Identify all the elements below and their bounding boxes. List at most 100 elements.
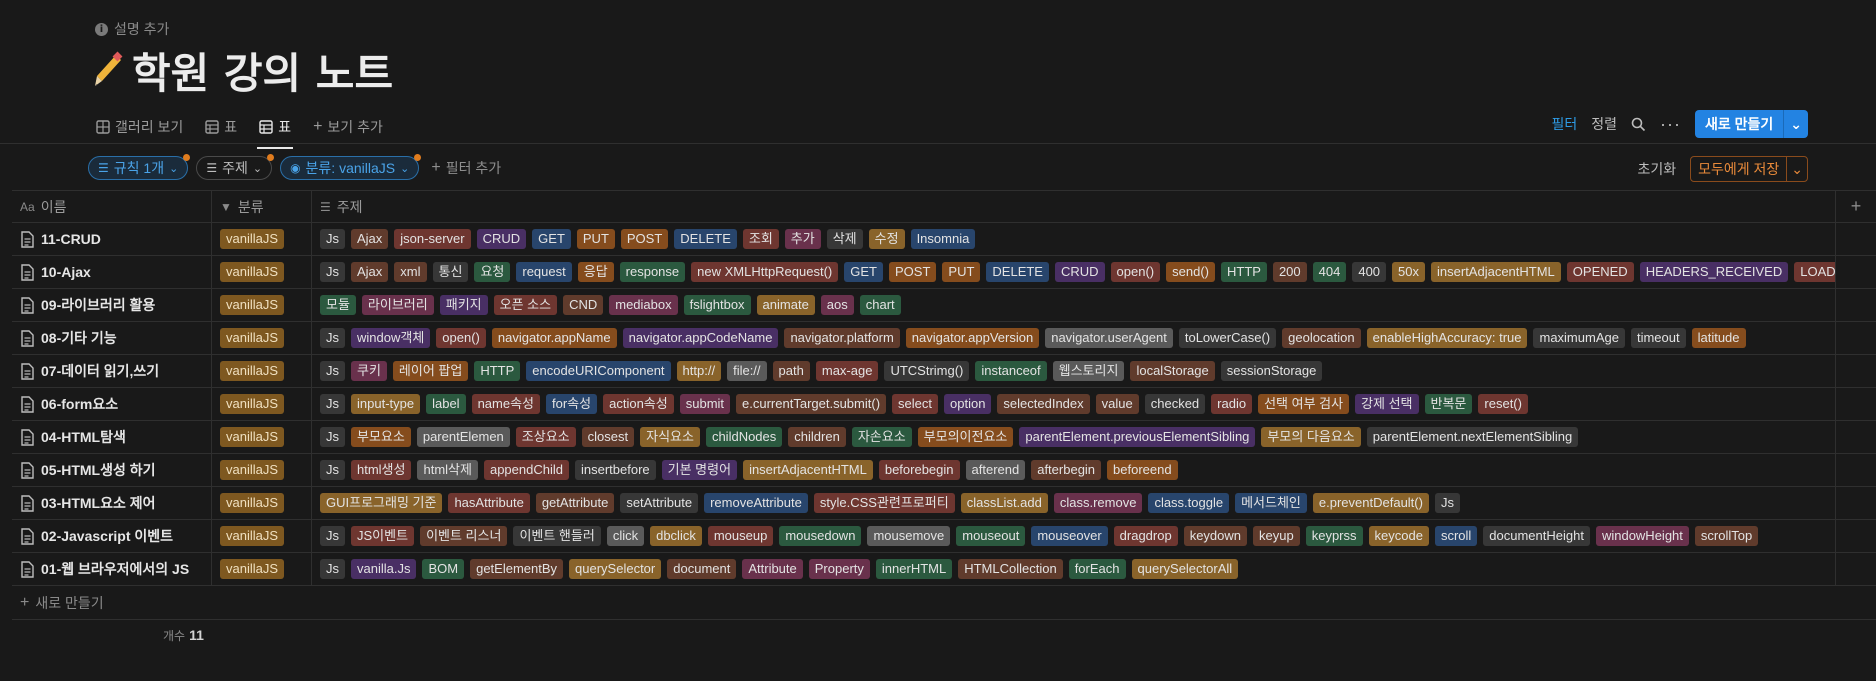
- add-row-button[interactable]: + 새로 만들기: [12, 586, 1876, 620]
- tab-gallery-view[interactable]: 갤러리 보기: [96, 114, 183, 140]
- topic-tag: 통신: [432, 262, 469, 282]
- cell-topics[interactable]: Js html생성 html삭제 appendChild insertbefore 기본 …: [312, 454, 1836, 486]
- table-row[interactable]: 05-HTML생성 하기 vanillaJS Js html생성 html삭제 appen…: [12, 454, 1876, 487]
- table-row[interactable]: 03-HTML요소 제어 vanillaJS GUI프로그래밍 기준 hasAttri…: [12, 487, 1876, 520]
- header-name[interactable]: Aa 이름: [12, 191, 212, 222]
- table-row[interactable]: 04-HTML탐색 vanillaJS Js 부모요소 parentElemen 조상요소…: [12, 421, 1876, 454]
- cell-topics[interactable]: Js vanilla.Js BOM getElementBy querySelector…: [312, 553, 1836, 585]
- sort-button[interactable]: 정렬: [1591, 114, 1617, 134]
- topic-tag: keyprss: [1305, 526, 1363, 546]
- cell-name[interactable]: 02-Javascript 이벤트: [12, 520, 212, 552]
- cell-topics[interactable]: Js window객체 open() navigator.appName navigat…: [312, 322, 1836, 354]
- add-view-button[interactable]: + 보기 추가: [313, 114, 383, 140]
- cell-category[interactable]: vanillaJS: [212, 256, 312, 288]
- table-body: 11-CRUD vanillaJS Js Ajax json-server CRUD GET…: [12, 223, 1876, 586]
- topic-tag: Js: [320, 559, 345, 579]
- view-tabs: 갤러리 보기 표 표 + 보기 추가: [96, 114, 383, 149]
- cell-topics[interactable]: Js input-type label name속성 for속성 action속성 subm…: [312, 388, 1836, 420]
- cell-category[interactable]: vanillaJS: [212, 487, 312, 519]
- add-column-button[interactable]: +: [1836, 191, 1876, 222]
- search-icon[interactable]: [1631, 117, 1646, 132]
- table-row[interactable]: 08-기타 기능 vanillaJS Js window객체 open() navigat…: [12, 322, 1876, 355]
- reset-button[interactable]: 초기화: [1637, 159, 1676, 179]
- cell-name[interactable]: 10-Ajax: [12, 256, 212, 288]
- chevron-down-icon[interactable]: ⌄: [1786, 157, 1807, 181]
- topic-tag: HTTP: [1220, 262, 1267, 282]
- topic-tag: parentElement.nextElementSibling: [1366, 427, 1579, 447]
- add-filter-button[interactable]: + 필터 추가: [431, 158, 501, 178]
- text-type-icon: Aa: [20, 199, 35, 214]
- header-category[interactable]: ▼ 분류: [212, 191, 312, 222]
- topic-tag: Js: [320, 262, 345, 282]
- topic-tag: LOADING: [1794, 262, 1835, 282]
- cell-topics[interactable]: Js 부모요소 parentElemen 조상요소 closest 자식요소 childNo…: [312, 421, 1836, 453]
- topic-tag: submit: [679, 394, 731, 414]
- chevron-down-icon: ⌄: [252, 162, 263, 175]
- table-row[interactable]: 01-웹 브라우저에서의 JS vanillaJS Js vanilla.Js BOM g…: [12, 553, 1876, 586]
- topic-tag: reset(): [1478, 394, 1528, 414]
- more-icon[interactable]: ···: [1660, 114, 1681, 135]
- cell-topics[interactable]: Js Ajax xml 통신 요청 request 응답 response new XMLHtt…: [312, 256, 1836, 288]
- topic-filter-pill[interactable]: ☰ 주제 ⌄: [196, 154, 275, 180]
- rules-filter-pill[interactable]: ☰ 규칙 1개 ⌄: [88, 154, 191, 180]
- new-button[interactable]: 새로 만들기 ⌄: [1694, 110, 1808, 138]
- cell-name[interactable]: 09-라이브러리 활용: [12, 289, 212, 321]
- row-title: 09-라이브러리 활용: [41, 297, 156, 313]
- cell-name[interactable]: 06-form요소: [12, 388, 212, 420]
- topic-tag: Property: [808, 559, 870, 579]
- topic-tag: Attribute: [742, 559, 803, 579]
- topic-tag: 200: [1272, 262, 1307, 282]
- chevron-down-icon[interactable]: ⌄: [1783, 110, 1808, 138]
- cell-name[interactable]: 03-HTML요소 제어: [12, 487, 212, 519]
- cell-name[interactable]: 11-CRUD: [12, 223, 212, 255]
- header-topic[interactable]: ☰ 주제: [312, 191, 1836, 222]
- row-title: 10-Ajax: [41, 264, 91, 280]
- topic-tag: Js: [320, 427, 345, 447]
- cell-category[interactable]: vanillaJS: [212, 289, 312, 321]
- table-row[interactable]: 09-라이브러리 활용 vanillaJS 모듈 라이브러리 패키지 오픈 소스 CND me…: [12, 289, 1876, 322]
- header-category-label: 분류: [237, 198, 264, 215]
- cell-category[interactable]: vanillaJS: [212, 421, 312, 453]
- table-row[interactable]: 11-CRUD vanillaJS Js Ajax json-server CRUD GET…: [12, 223, 1876, 256]
- row-title: 07-데이터 읽기,쓰기: [41, 363, 160, 379]
- category-tag: vanillaJS: [220, 328, 285, 348]
- cell-topics[interactable]: Js 쿠키 레이어 팝업 HTTP encodeURIComponent http://f…: [312, 355, 1836, 387]
- table-icon: [259, 120, 273, 134]
- topic-tag: Js: [320, 361, 345, 381]
- page-title-wrap: 학원 강의 노트: [90, 40, 393, 101]
- topic-label: 주제: [222, 160, 248, 176]
- cell-topics[interactable]: GUI프로그래밍 기준 hasAttribute getAttribute setAt…: [312, 487, 1836, 519]
- category-filter-pill[interactable]: ◉ 분류: vanillaJS ⌄: [280, 154, 422, 180]
- cell-category[interactable]: vanillaJS: [212, 355, 312, 387]
- cell-category[interactable]: vanillaJS: [212, 322, 312, 354]
- filter-button[interactable]: 필터: [1551, 114, 1577, 134]
- cell-name[interactable]: 07-데이터 읽기,쓰기: [12, 355, 212, 387]
- table-row[interactable]: 07-데이터 읽기,쓰기 vanillaJS Js 쿠키 레이어 팝업 HTTP encod…: [12, 355, 1876, 388]
- cell-topics[interactable]: Js JS이벤트 이벤트 리스너 이벤트 핸들러 click dbclick mouseup…: [312, 520, 1836, 552]
- topic-tag: insertAdjacentHTML: [743, 460, 873, 480]
- cell-category[interactable]: vanillaJS: [212, 520, 312, 552]
- topic-tag: DELETE: [674, 229, 737, 249]
- cell-category[interactable]: vanillaJS: [212, 454, 312, 486]
- topic-tag: file://: [727, 361, 767, 381]
- topic-tag: json-server: [394, 229, 471, 249]
- cell-name[interactable]: 04-HTML탐색: [12, 421, 212, 453]
- tab-table-view-2[interactable]: 표: [257, 114, 293, 149]
- cell-name[interactable]: 05-HTML생성 하기: [12, 454, 212, 486]
- category-tag: vanillaJS: [220, 262, 285, 282]
- cell-topics[interactable]: Js Ajax json-server CRUD GET PUT POST DELETE 조회 추…: [312, 223, 1836, 255]
- table-row[interactable]: 06-form요소 vanillaJS Js input-type label name속…: [12, 388, 1876, 421]
- cell-name[interactable]: 01-웹 브라우저에서의 JS: [12, 553, 212, 585]
- topic-tag: keycode: [1368, 526, 1429, 546]
- save-for-all-button[interactable]: 모두에게 저장 ⌄: [1690, 156, 1808, 182]
- cell-topics[interactable]: 모듈 라이브러리 패키지 오픈 소스 CND mediabox fslightbox anim…: [312, 289, 1836, 321]
- description-add[interactable]: i 설명 추가: [95, 19, 169, 39]
- cell-category[interactable]: vanillaJS: [212, 553, 312, 585]
- tab-table-view-1[interactable]: 표: [205, 114, 237, 140]
- table-row[interactable]: 02-Javascript 이벤트 vanillaJS Js JS이벤트 이벤트 리스너…: [12, 520, 1876, 553]
- cell-category[interactable]: vanillaJS: [212, 223, 312, 255]
- table-row[interactable]: 10-Ajax vanillaJS Js Ajax xml 통신 요청 request 응답 re…: [12, 256, 1876, 289]
- cell-name[interactable]: 08-기타 기능: [12, 322, 212, 354]
- topic-tag: closest: [581, 427, 635, 447]
- cell-category[interactable]: vanillaJS: [212, 388, 312, 420]
